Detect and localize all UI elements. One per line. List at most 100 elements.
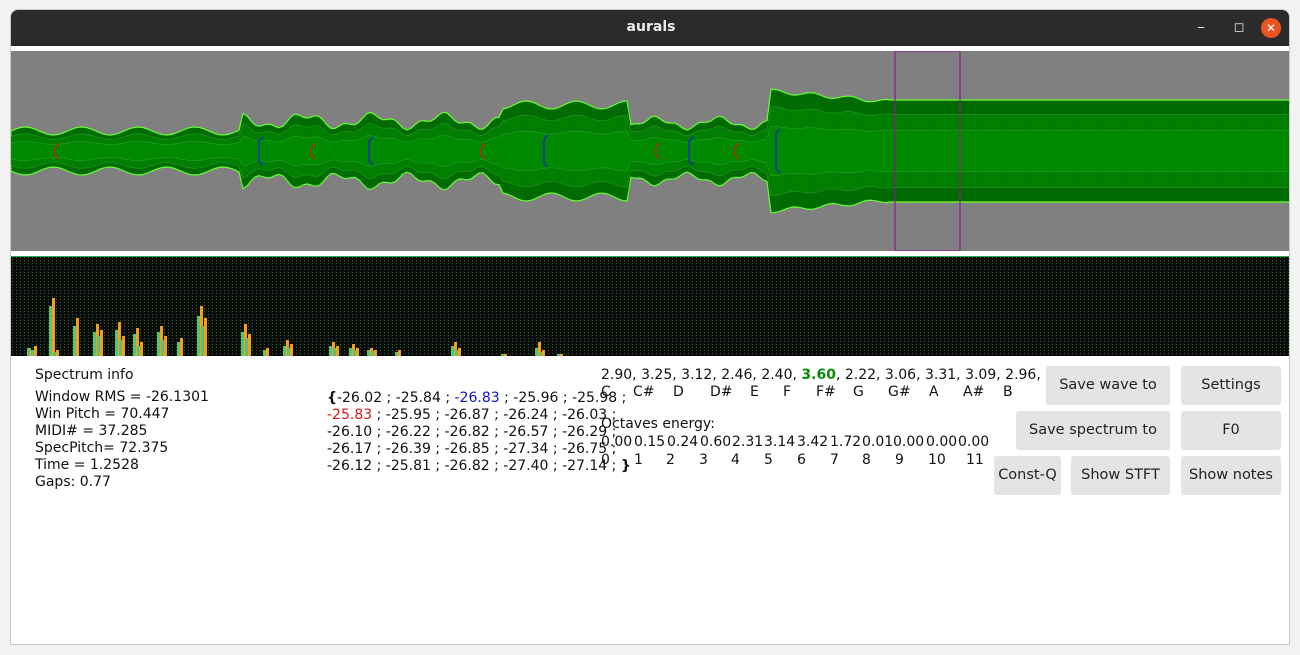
- f0-button[interactable]: F0: [1181, 411, 1281, 450]
- close-brace: }: [620, 458, 631, 474]
- note-label: A: [929, 384, 939, 400]
- chroma-value: 3.60: [801, 367, 836, 383]
- note-label: C: [601, 384, 611, 400]
- note-label: G#: [888, 384, 911, 400]
- octave-index: 10: [928, 452, 946, 468]
- rms-separator: ;: [440, 390, 455, 406]
- rms-cell: -27.34: [503, 441, 549, 457]
- octave-index: 9: [895, 452, 904, 468]
- window-title: aurals: [626, 19, 676, 35]
- rms-cell: -26.39: [385, 441, 431, 457]
- spectrum-bar: [140, 342, 143, 356]
- chroma-separator: ,: [712, 367, 722, 383]
- maximize-icon[interactable]: ◻: [1227, 16, 1251, 40]
- rms-separator: ;: [372, 407, 386, 423]
- title-bar[interactable]: aurals ⎯ ◻ ✕: [11, 10, 1289, 46]
- midi-number: MIDI# = 37.285: [35, 423, 148, 439]
- chroma-separator: ,: [916, 367, 925, 383]
- rms-row: -25.83 ; -25.95 ; -26.87 ; -26.24 ; -26.…: [327, 407, 616, 424]
- rms-separator: ;: [430, 424, 445, 440]
- chroma-value: 2.96: [1005, 367, 1037, 383]
- spectrum-bar: [504, 354, 507, 356]
- octave-index: 0: [601, 452, 610, 468]
- rms-separator: ;: [430, 458, 445, 474]
- spectrum-view[interactable]: [11, 256, 1290, 356]
- minimize-icon[interactable]: ⎯: [1189, 16, 1213, 40]
- spectrum-bar: [266, 348, 269, 356]
- rms-cell: -26.87: [444, 407, 490, 423]
- rms-separator: ;: [548, 441, 563, 457]
- chroma-separator: ,: [672, 367, 682, 383]
- chroma-separator: ,: [1036, 367, 1046, 383]
- octave-index: 3: [699, 452, 708, 468]
- rms-separator: ;: [489, 424, 504, 440]
- rms-cell: -25.96: [513, 390, 559, 406]
- spectrum-bar: [180, 338, 183, 356]
- rms-cell: -25.95: [385, 407, 431, 423]
- spectrum-bar: [458, 348, 461, 356]
- spec-pitch: SpecPitch= 72.375: [35, 440, 169, 456]
- octave-index: 4: [731, 452, 740, 468]
- spectrum-bar: [52, 298, 55, 356]
- rms-cell: -26.82: [444, 424, 490, 440]
- note-label: D: [673, 384, 684, 400]
- note-label: C#: [633, 384, 655, 400]
- rms-cell: -26.10: [327, 424, 373, 440]
- settings-button[interactable]: Settings: [1181, 366, 1281, 405]
- chroma-value: 2.90: [601, 367, 633, 383]
- rms-cell: -26.57: [503, 424, 549, 440]
- octave-energy-value: 0.00: [601, 434, 633, 450]
- chroma-value: 3.25: [641, 367, 673, 383]
- octave-index: 11: [966, 452, 984, 468]
- spectrum-bar: [336, 346, 339, 356]
- rms-cell: -26.85: [444, 441, 490, 457]
- rms-separator: ;: [489, 458, 504, 474]
- rms-separator: ;: [372, 441, 386, 457]
- octave-energy-value: 0.15: [634, 434, 666, 450]
- chroma-value: 3.31: [925, 367, 957, 383]
- octave-index: 7: [830, 452, 839, 468]
- spectrum-bar: [290, 344, 293, 356]
- spectrum-bar: [374, 350, 377, 356]
- chroma-separator: ,: [752, 367, 762, 383]
- spectrum-bar: [204, 318, 207, 356]
- chroma-value: 3.06: [884, 367, 917, 383]
- rms-separator: ;: [382, 390, 396, 406]
- chroma-value: 3.09: [965, 367, 997, 383]
- rms-separator: ;: [617, 390, 627, 406]
- note-label: B: [1003, 384, 1013, 400]
- save-spectrum-button[interactable]: Save spectrum to file: [1016, 411, 1170, 477]
- gaps-value: Gaps: 0.77: [35, 474, 111, 490]
- rms-separator: ;: [548, 458, 563, 474]
- octave-energy-value: 0.01: [862, 434, 894, 450]
- show-stft-button[interactable]: Show STFT: [1071, 456, 1170, 495]
- rms-cell: -25.83: [327, 407, 373, 423]
- show-notes-button[interactable]: Show notes: [1181, 456, 1281, 495]
- rms-cell: -26.17: [327, 441, 373, 457]
- rms-separator: ;: [489, 407, 504, 423]
- note-label: D#: [710, 384, 733, 400]
- octave-energy-value: 3.14: [764, 434, 796, 450]
- close-icon[interactable]: ✕: [1261, 18, 1281, 38]
- note-label: F: [783, 384, 792, 400]
- rms-separator: ;: [548, 424, 563, 440]
- save-wave-button[interactable]: Save wave to file: [1046, 366, 1170, 432]
- waveform-view[interactable]: [11, 51, 1290, 251]
- const-q-button[interactable]: Const-Q: [994, 456, 1061, 495]
- chroma-value: 2.40: [761, 367, 793, 383]
- rms-separator: ;: [372, 458, 386, 474]
- rms-separator: ;: [499, 390, 514, 406]
- chroma-value: 2.46: [721, 367, 753, 383]
- time-value: Time = 1.2528: [35, 457, 139, 473]
- spectrum-bar: [356, 348, 359, 356]
- octave-index: 6: [797, 452, 806, 468]
- octave-energy-value: 0.60: [700, 434, 732, 450]
- rms-cell: -26.24: [503, 407, 549, 423]
- chroma-separator: ,: [835, 367, 845, 383]
- spectrum-bar: [76, 318, 79, 356]
- octaves-energy-label: Octaves energy:: [601, 416, 715, 432]
- rms-row: -26.12 ; -25.81 ; -26.82 ; -27.40 ; -27.…: [327, 458, 631, 475]
- chroma-values: 2.90, 3.25, 3.12, 2.46, 2.40, 3.60, 2.22…: [601, 367, 1076, 384]
- spectrum-bar: [248, 334, 251, 356]
- open-brace: {: [327, 390, 337, 406]
